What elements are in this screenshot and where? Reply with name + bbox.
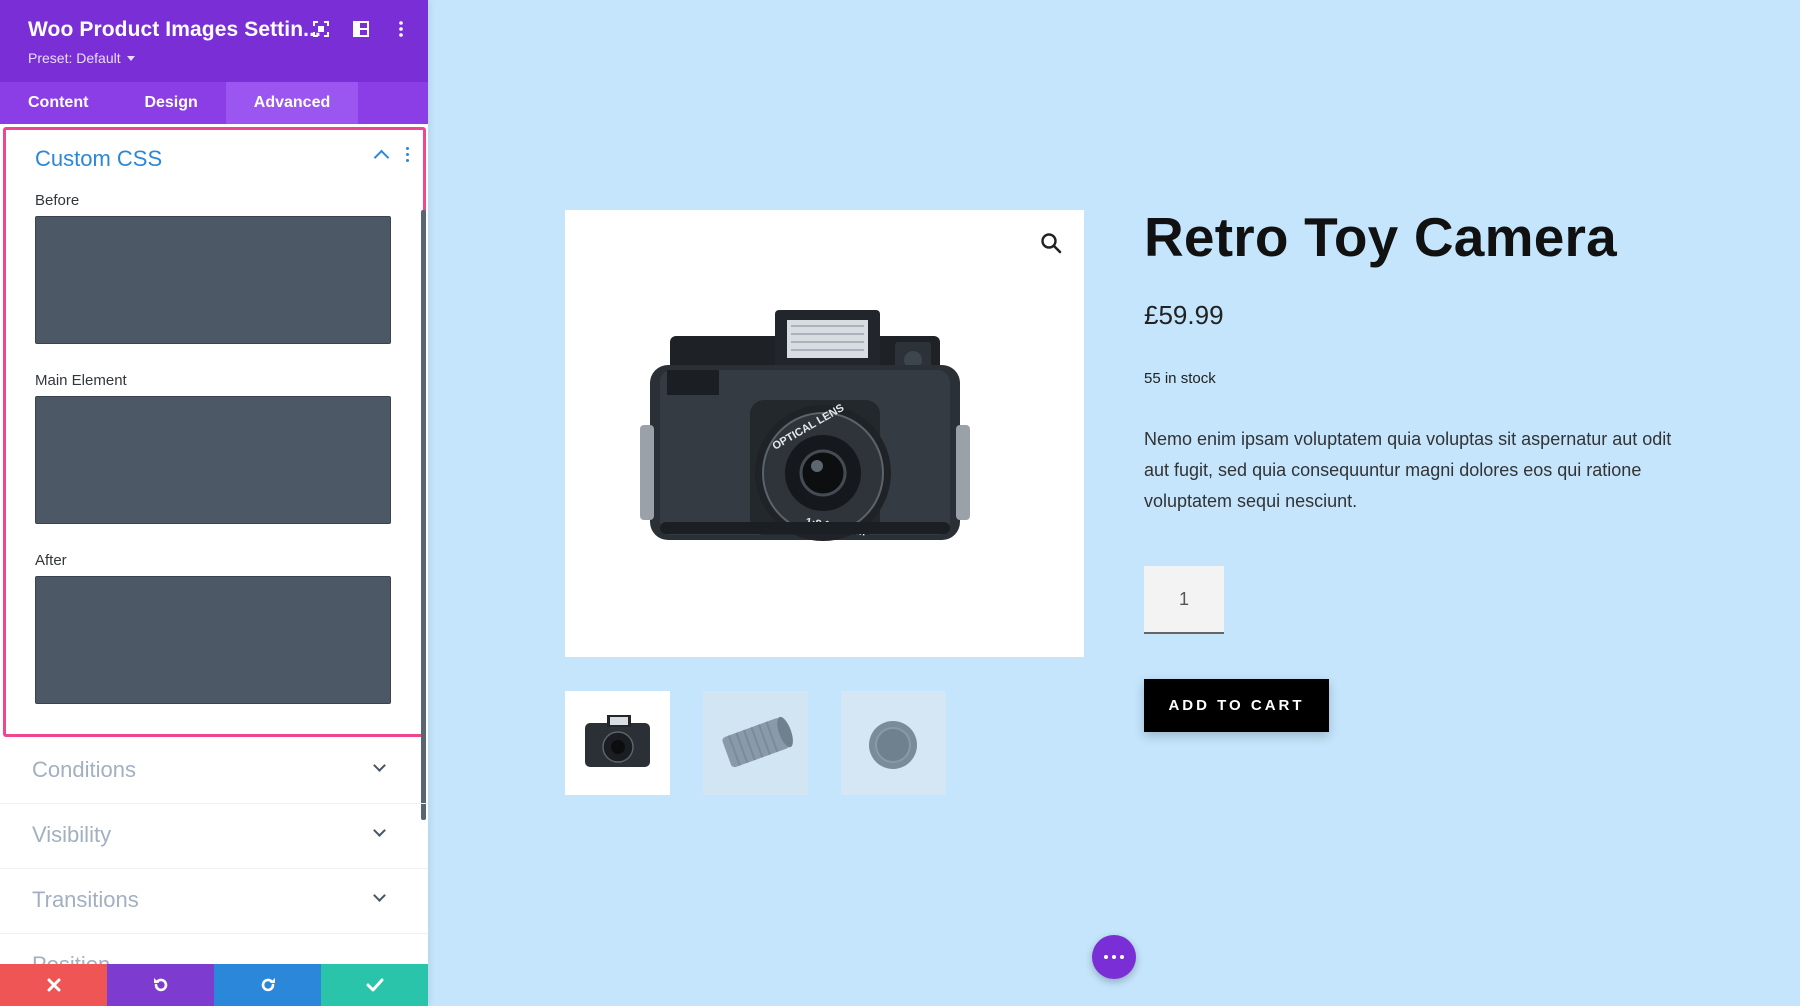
after-label: After	[35, 552, 67, 569]
product-thumbnail[interactable]	[703, 691, 808, 795]
custom-css-title[interactable]: Custom CSS	[35, 146, 162, 172]
tab-content[interactable]: Content	[0, 82, 116, 124]
chevron-down-icon	[373, 889, 386, 902]
settings-panel: Woo Product Images Settin... Preset: Def…	[0, 0, 428, 1006]
builder-options-button[interactable]	[1092, 935, 1136, 979]
panel-tabs: Content Design Advanced	[0, 82, 428, 124]
visibility-label: Visibility	[32, 822, 112, 847]
add-to-cart-button[interactable]: ADD TO CART	[1144, 679, 1329, 732]
discard-button[interactable]	[0, 964, 107, 1006]
undo-button[interactable]	[107, 964, 214, 1006]
product-main-image[interactable]: OPTICAL LENS 1:8 f=60mm	[565, 210, 1084, 657]
product-price: £59.99	[1144, 300, 1224, 330]
conditions-label: Conditions	[32, 757, 136, 782]
section-conditions[interactable]: Conditions	[0, 739, 428, 804]
product-thumbnail[interactable]	[841, 691, 946, 795]
redo-button[interactable]	[214, 964, 321, 1006]
more-dots-icon	[1104, 955, 1108, 959]
caret-down-icon	[126, 55, 135, 61]
section-options-icon[interactable]	[406, 147, 409, 162]
preset-label: Preset: Default	[28, 50, 121, 66]
panel-header: Woo Product Images Settin... Preset: Def…	[0, 0, 428, 82]
header-icons	[312, 20, 410, 38]
fullscreen-icon[interactable]	[312, 20, 330, 38]
stock-status: 55 in stock	[1144, 370, 1216, 387]
save-button[interactable]	[321, 964, 428, 1006]
section-transitions[interactable]: Transitions	[0, 869, 428, 934]
before-css-input[interactable]	[35, 216, 391, 344]
chevron-up-icon[interactable]	[373, 149, 390, 166]
camera-illustration: OPTICAL LENS 1:8 f=60mm	[640, 310, 970, 541]
lens-thumbnail-image	[703, 691, 808, 795]
tab-design[interactable]: Design	[116, 82, 225, 124]
section-visibility[interactable]: Visibility	[0, 804, 428, 869]
quantity-input[interactable]: 1	[1144, 566, 1224, 634]
chevron-down-icon	[373, 759, 386, 772]
transitions-label: Transitions	[32, 887, 139, 912]
close-icon	[47, 978, 60, 992]
product-thumbnail[interactable]	[565, 691, 670, 795]
product-title: Retro Toy Camera	[1144, 206, 1617, 268]
product-description: Nemo enim ipsam voluptatem quia voluptas…	[1144, 429, 1672, 511]
main-element-css-input[interactable]	[35, 396, 391, 524]
split-view-icon[interactable]	[352, 20, 370, 38]
before-label: Before	[35, 192, 80, 209]
panel-footer	[0, 964, 428, 1006]
redo-icon	[261, 978, 275, 992]
main-element-label: Main Element	[35, 372, 127, 389]
preset-dropdown[interactable]: Preset: Default	[28, 50, 135, 66]
check-icon	[366, 978, 383, 992]
camera-thumbnail-image	[585, 715, 650, 767]
more-options-icon[interactable]	[392, 20, 410, 38]
panel-scrollbar[interactable]	[421, 210, 426, 820]
custom-css-section: Custom CSS Before Main Element After	[3, 127, 426, 737]
lens-cap-thumbnail-image	[841, 691, 946, 795]
tab-advanced[interactable]: Advanced	[225, 82, 359, 124]
after-css-input[interactable]	[35, 576, 391, 704]
chevron-down-icon	[373, 824, 386, 837]
undo-icon	[153, 978, 167, 992]
